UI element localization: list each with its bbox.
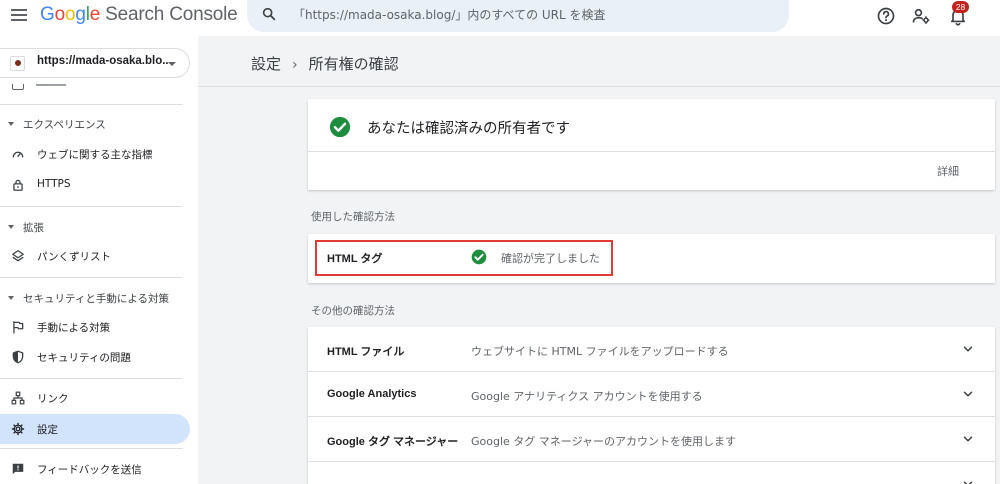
- section-security-toggle[interactable]: セキュリティと手動による対策: [8, 291, 169, 306]
- manage-users-icon[interactable]: [911, 6, 931, 26]
- section-experience-toggle[interactable]: エクスペリエンス: [8, 117, 106, 132]
- lock-icon: [13, 179, 23, 191]
- sidebar-item-security-issues[interactable]: セキュリティの問題: [0, 342, 190, 372]
- notification-count-badge[interactable]: 28: [952, 1, 969, 13]
- chevron-down-icon[interactable]: [961, 342, 975, 356]
- sidebar-item-https[interactable]: HTTPS: [0, 170, 190, 200]
- logo-letter: G: [40, 4, 55, 25]
- chevron-down-icon[interactable]: [961, 477, 975, 484]
- section-label: 拡張: [23, 222, 44, 234]
- used-method-heading: 使用した確認方法: [311, 211, 395, 223]
- method-row-html-file[interactable]: HTML ファイル ウェブサイトに HTML ファイルをアップロードする: [308, 327, 995, 372]
- method-name: Google タグ マネージャー: [327, 436, 459, 448]
- gear-icon: [11, 422, 25, 436]
- sidebar-item-label: リンク: [37, 393, 69, 405]
- owner-status-title: あなたは確認済みの所有者です: [367, 121, 570, 137]
- verification-status: 確認が完了しました: [501, 252, 600, 265]
- used-method-card[interactable]: HTML タグ 確認が完了しました: [308, 234, 995, 283]
- left-navigation: https://mada-osaka.blo... エクスペリエンス ウェブに関…: [0, 36, 198, 484]
- layers-icon: [12, 250, 24, 262]
- method-row-tag-manager[interactable]: Google タグ マネージャー Google タグ マネージャーのアカウントを…: [308, 417, 995, 462]
- card-divider: [308, 151, 995, 152]
- section-label: エクスペリエンス: [23, 119, 106, 131]
- nav-divider: [0, 104, 182, 105]
- triangle-down-icon: [8, 225, 14, 229]
- main-content: 設定 › 所有権の確認 あなたは確認済みの所有者です 詳細 使用した確認方法 HTM…: [198, 36, 1000, 484]
- help-icon[interactable]: [876, 6, 896, 26]
- speedometer-icon: [12, 151, 24, 158]
- logo-letter: o: [54, 4, 66, 25]
- sidebar-item-label: パンくずリスト: [37, 251, 112, 263]
- url-inspection-search-bar[interactable]: [247, 0, 789, 32]
- owner-status-card: あなたは確認済みの所有者です 詳細: [308, 99, 995, 190]
- nav-divider: [0, 378, 182, 379]
- method-description: Google アナリティクス アカウントを使用する: [471, 390, 703, 403]
- nav-divider: [0, 448, 182, 449]
- other-methods-heading: その他の確認方法: [311, 305, 395, 317]
- details-button[interactable]: 詳細: [937, 163, 959, 179]
- method-row-partially-visible[interactable]: [308, 462, 995, 484]
- section-label: セキュリティと手動による対策: [23, 293, 170, 305]
- check-circle-icon: [329, 116, 351, 138]
- triangle-down-icon: [8, 122, 14, 126]
- partially-visible-nav-item[interactable]: [10, 84, 70, 90]
- page-title: 所有権の確認: [308, 55, 399, 73]
- sidebar-item-settings[interactable]: 設定: [0, 414, 190, 444]
- breadcrumb: 設定 › 所有権の確認: [251, 53, 399, 74]
- used-method-name: HTML タグ: [327, 253, 383, 265]
- section-enhancements-toggle[interactable]: 拡張: [8, 220, 44, 235]
- url-inspection-input[interactable]: [293, 4, 773, 26]
- logo-letter: o: [64, 4, 76, 25]
- logo-letter: g: [75, 4, 86, 25]
- sidebar-item-core-web-vitals[interactable]: ウェブに関する主な指標: [0, 139, 190, 169]
- other-methods-list: HTML ファイル ウェブサイトに HTML ファイルをアップロードする Goo…: [308, 327, 995, 484]
- chevron-right-icon: ›: [292, 57, 298, 73]
- sidebar-item-breadcrumbs[interactable]: パンくずリスト: [0, 241, 190, 271]
- caret-down-icon: [168, 62, 176, 66]
- property-favicon: [10, 56, 25, 71]
- breadcrumb-parent[interactable]: 設定: [251, 55, 281, 73]
- sidebar-item-label: セキュリティの問題: [37, 352, 131, 364]
- menu-icon[interactable]: [11, 9, 27, 23]
- header-divider: [198, 86, 1000, 87]
- nav-divider: [0, 277, 182, 278]
- sidebar-item-label: 手動による対策: [37, 322, 111, 334]
- feedback-icon: [12, 463, 24, 475]
- top-app-bar: GoogleSearch Console 28: [0, 0, 1000, 36]
- method-description: Google タグ マネージャーのアカウントを使用します: [471, 435, 737, 448]
- flag-icon: [13, 321, 24, 334]
- product-logo[interactable]: Google Search Console: [40, 4, 238, 26]
- sidebar-item-feedback[interactable]: フィードバックを送信: [0, 454, 190, 484]
- method-row-google-analytics[interactable]: Google Analytics Google アナリティクス アカウントを使用…: [308, 372, 995, 417]
- sidebar-item-links[interactable]: リンク: [0, 383, 190, 413]
- method-description: ウェブサイトに HTML ファイルをアップロードする: [471, 345, 729, 358]
- chevron-down-icon[interactable]: [961, 387, 975, 401]
- search-icon[interactable]: [261, 6, 277, 22]
- sitemap-icon: [11, 391, 25, 405]
- method-name: Google Analytics: [327, 388, 417, 400]
- product-name: Search Console: [105, 4, 238, 25]
- shield-icon: [12, 350, 24, 364]
- triangle-down-icon: [8, 296, 14, 300]
- check-circle-icon: [471, 249, 487, 265]
- nav-divider: [0, 206, 182, 207]
- sidebar-item-label: HTTPS: [37, 178, 71, 190]
- sidebar-item-label: フィードバックを送信: [37, 464, 142, 476]
- sidebar-item-manual-actions[interactable]: 手動による対策: [0, 312, 190, 342]
- sidebar-item-label: 設定: [37, 424, 58, 436]
- method-name: HTML ファイル: [327, 346, 405, 358]
- logo-letter: e: [89, 4, 101, 25]
- sidebar-item-label: ウェブに関する主な指標: [37, 149, 153, 161]
- chevron-down-icon[interactable]: [961, 432, 975, 446]
- property-url: https://mada-osaka.blo...: [37, 55, 172, 67]
- property-selector[interactable]: https://mada-osaka.blo...: [0, 48, 190, 78]
